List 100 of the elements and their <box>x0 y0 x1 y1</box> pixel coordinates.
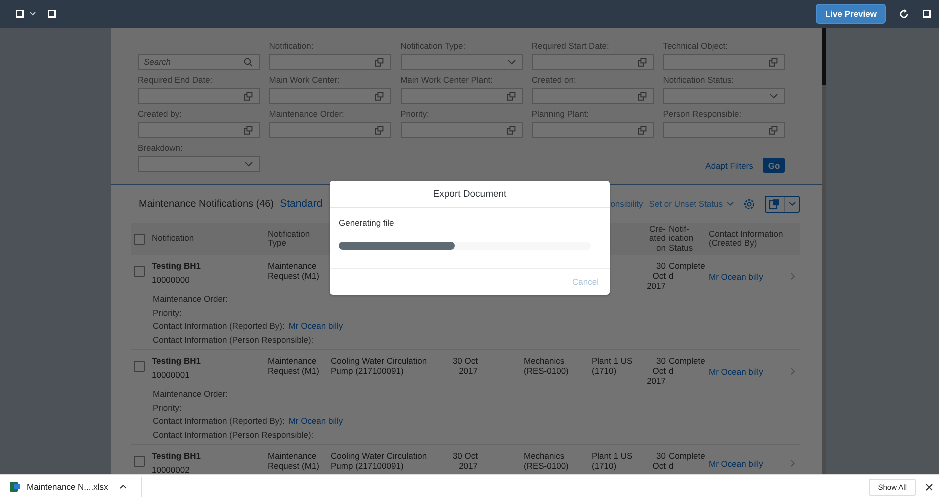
input-field[interactable] <box>532 88 654 104</box>
contact-link[interactable]: Mr Ocean billy <box>709 459 791 469</box>
dropdown-field[interactable] <box>663 88 786 104</box>
toolbar-action[interactable]: onsibility <box>610 199 644 209</box>
field-label: Created by: <box>138 108 183 120</box>
refresh-icon[interactable] <box>900 9 909 19</box>
chevron-right-icon[interactable] <box>791 272 795 280</box>
table-cell-text: Complete d <box>668 356 706 376</box>
field-label: Notification Status: <box>663 74 736 86</box>
table-cell-text: 30 Oct 2017 <box>646 356 666 386</box>
search-icon[interactable] <box>244 58 253 66</box>
notification-title: Testing BH1 <box>152 356 202 366</box>
download-file-name[interactable]: Maintenance N....xlsx <box>27 482 108 492</box>
select-all-checkbox[interactable] <box>134 234 145 244</box>
export-button[interactable] <box>765 196 800 212</box>
value-help-icon[interactable] <box>506 92 516 100</box>
window-icon[interactable] <box>923 10 931 18</box>
table-cell-text: 30 Oct 2017 <box>646 261 666 291</box>
dialog-message: Generating file <box>339 218 396 228</box>
chevron-up-icon[interactable] <box>120 485 128 489</box>
field-label: Notification Type: <box>400 40 467 52</box>
contact-link[interactable]: Mr Ocean billy <box>288 320 344 334</box>
detail-label: Contact Information (Reported By): <box>153 415 285 428</box>
input-field[interactable] <box>663 54 786 70</box>
window-icon[interactable] <box>16 10 24 18</box>
input-field[interactable] <box>269 54 392 70</box>
row-checkbox[interactable] <box>134 266 145 277</box>
column-header[interactable]: Notification Type <box>268 230 331 248</box>
value-help-icon[interactable] <box>638 92 647 100</box>
chevron-right-icon[interactable] <box>791 460 795 466</box>
window-icon[interactable] <box>48 10 56 18</box>
table-cell-text: Maintenance Request (M1) <box>268 356 320 376</box>
value-help-icon[interactable] <box>638 58 647 66</box>
column-header[interactable]: Cre- ated on <box>640 224 666 254</box>
chevron-down-icon[interactable] <box>30 12 36 16</box>
chevron-down-icon <box>245 162 253 166</box>
table-cell-text: Maintenance Request (M1) <box>268 261 320 281</box>
table-cell-text: Complete d <box>668 261 706 281</box>
table-cell-text: Plant 1 US (1710) <box>592 356 634 376</box>
variant-selector[interactable]: Standard <box>280 198 323 210</box>
input-field[interactable] <box>269 122 392 138</box>
field-label: Breakdown: <box>138 142 184 154</box>
input-field[interactable] <box>663 122 786 138</box>
table-cell-text: Mechanics (RES-0100) <box>524 356 570 376</box>
value-help-icon[interactable] <box>375 126 384 134</box>
notification-title: Testing BH1 <box>152 261 202 271</box>
input-field[interactable] <box>138 88 260 104</box>
contact-link[interactable]: Mr Ocean billy <box>288 415 344 428</box>
field-label: Planning Plant: <box>532 108 590 120</box>
value-help-icon[interactable] <box>638 126 647 134</box>
input-field[interactable] <box>138 122 260 138</box>
input-field[interactable] <box>400 122 523 138</box>
table-cell-text: 30 Oct <box>652 451 666 471</box>
input-field[interactable] <box>400 88 523 104</box>
field-label: Notification: <box>269 40 315 52</box>
value-help-icon[interactable] <box>375 92 384 100</box>
contact-link[interactable]: Mr Ocean billy <box>709 367 791 377</box>
go-button[interactable]: Go <box>763 158 786 173</box>
value-help-icon[interactable] <box>506 126 516 134</box>
live-preview-button[interactable]: Live Preview <box>816 4 886 24</box>
search-input[interactable]: Search <box>144 56 240 68</box>
field-label: Person Responsible: <box>663 108 743 120</box>
column-header[interactable]: Notification <box>152 234 268 244</box>
detail-label: Maintenance Order: <box>153 293 228 306</box>
adapt-filters-link[interactable]: Adapt Filters <box>706 159 754 173</box>
input-field[interactable] <box>532 54 654 70</box>
status-menu-button[interactable]: Set or Unset Status <box>649 199 734 209</box>
row-checkbox[interactable] <box>134 456 145 467</box>
field-label: Main Work Center Plant: <box>400 74 494 86</box>
value-help-icon[interactable] <box>375 58 384 66</box>
field-label: Technical Object: <box>663 40 729 52</box>
chevron-right-icon[interactable] <box>791 368 795 374</box>
column-header[interactable]: Notif- ication Status <box>666 224 709 254</box>
settings-icon[interactable] <box>744 198 755 210</box>
value-help-icon[interactable] <box>769 58 778 66</box>
table-cell-text: Mechanics (RES-0100) <box>524 451 570 471</box>
notification-number: 10000001 <box>152 370 191 380</box>
contact-link[interactable]: Mr Ocean billy <box>709 272 791 282</box>
field-label: Required Start Date: <box>532 40 610 52</box>
notification-number: 10000002 <box>152 465 191 474</box>
search-field[interactable]: Search <box>138 54 260 70</box>
table-title: Maintenance Notifications (46) <box>139 199 274 210</box>
input-field[interactable] <box>269 88 392 104</box>
scrollbar-thumb[interactable] <box>822 28 826 85</box>
value-help-icon[interactable] <box>244 92 253 100</box>
value-help-icon[interactable] <box>244 126 253 134</box>
dropdown-field[interactable] <box>138 156 260 172</box>
chevron-down-icon <box>789 202 796 206</box>
field-label: Created on: <box>532 74 578 86</box>
column-header[interactable]: Contact Information (Created By) <box>709 230 791 248</box>
table-cell-text: Cooling Water Circulation Pump (217100091) <box>331 451 428 471</box>
value-help-icon[interactable] <box>769 126 778 134</box>
row-checkbox[interactable] <box>134 361 145 372</box>
input-field[interactable] <box>532 122 654 138</box>
close-icon[interactable] <box>926 484 933 490</box>
export-icon <box>769 198 780 210</box>
file-icon <box>9 481 21 493</box>
table-cell-text: Cooling Water Circulation Pump (217100091) <box>331 356 428 376</box>
dialog-title: Export Document <box>433 188 507 200</box>
dropdown-field[interactable] <box>400 54 523 70</box>
